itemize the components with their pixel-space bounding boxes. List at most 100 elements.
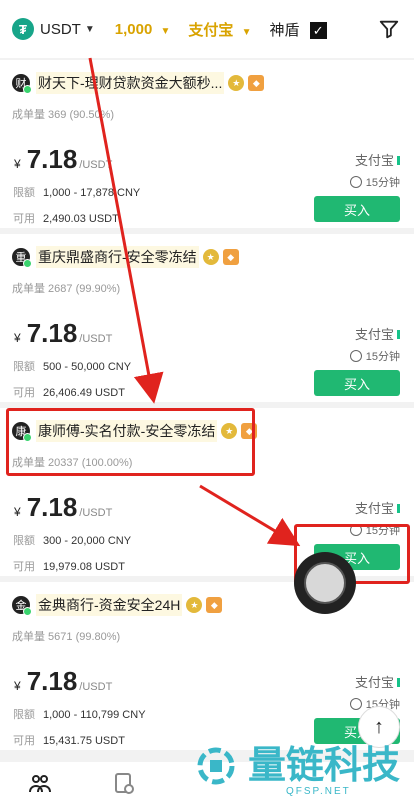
merchant-card: 重 重庆鼎盛商行-安全零冻结 ★ ◆ 成单量 2687 (99.90%) ¥ 7…	[0, 234, 414, 402]
shield-badge-icon: ◆	[206, 597, 223, 613]
online-dot-icon	[23, 607, 32, 616]
limit-label: 限额	[13, 361, 35, 373]
price-unit: /USDT	[79, 159, 113, 171]
price: 7.18	[26, 144, 78, 174]
shield-filter[interactable]: 神盾 ✓	[269, 19, 327, 40]
payment-method: 支付宝	[355, 324, 400, 343]
amount-selector[interactable]: 1,000 ▼	[115, 21, 171, 38]
merchant-avatar: 金	[12, 596, 32, 616]
available-label: 可用	[13, 735, 35, 747]
tether-icon: ₮	[12, 18, 34, 40]
available-row: 可用 26,406.49 USDT	[13, 384, 125, 400]
verified-badge-icon: ★	[202, 249, 219, 265]
payment-method: 支付宝	[355, 672, 400, 691]
currency-symbol: ¥	[14, 505, 21, 519]
payment-indicator-icon	[397, 330, 400, 339]
payment-method: 支付宝	[355, 150, 400, 169]
limit-value: 300 - 20,000 CNY	[43, 535, 132, 547]
clock-icon	[349, 698, 362, 710]
price-row: ¥ 7.18 /USDT	[14, 144, 112, 175]
arrow-up-icon: ↑	[374, 715, 384, 738]
currency-symbol: ¥	[14, 157, 21, 171]
caret-down-icon: ▼	[241, 26, 252, 38]
merchant-name: 财天下-理财贷款资金大额秒...	[36, 72, 225, 94]
orders-icon[interactable]	[112, 772, 136, 796]
verified-badge-icon: ★	[228, 75, 245, 91]
payment-indicator-icon	[397, 156, 400, 165]
online-dot-icon	[23, 259, 32, 268]
available-value: 15,431.75 USDT	[43, 735, 125, 747]
available-label: 可用	[13, 561, 35, 573]
available-row: 可用 19,979.08 USDT	[13, 558, 125, 574]
buy-button[interactable]: 买入	[314, 196, 400, 222]
merchant-name: 重庆鼎盛商行-安全零冻结	[36, 246, 199, 268]
payment-indicator-icon	[397, 678, 400, 687]
available-label: 可用	[13, 387, 35, 399]
available-value: 26,406.49 USDT	[43, 387, 125, 399]
price-unit: /USDT	[79, 681, 113, 693]
watermark-logo-icon	[197, 747, 235, 785]
coin-selector[interactable]: ₮ USDT ▼	[12, 18, 95, 40]
watermark: 量链科技 QFSP.NET	[190, 740, 401, 797]
limit-row: 限额 500 - 50,000 CNY	[13, 358, 131, 374]
filter-bar: ₮ USDT ▼ 1,000 ▼ 支付宝 ▼ 神盾 ✓	[0, 0, 414, 58]
available-label: 可用	[13, 213, 35, 225]
merchant-avatar: 重	[12, 248, 32, 268]
buy-button[interactable]: 买入	[314, 370, 400, 396]
floating-touch-button[interactable]	[294, 552, 356, 614]
limit-value: 500 - 50,000 CNY	[43, 361, 132, 373]
price: 7.18	[26, 492, 78, 522]
available-value: 2,490.03 USDT	[43, 213, 119, 225]
limit-value: 1,000 - 17,878 CNY	[43, 187, 141, 199]
available-row: 可用 15,431.75 USDT	[13, 732, 125, 748]
payment-method: 支付宝	[355, 498, 400, 517]
coin-label: USDT	[40, 20, 81, 38]
amount-label: 1,000	[114, 20, 153, 38]
payment-time: 15分钟	[349, 348, 400, 364]
order-stats: 成单量 5671 (99.80%)	[12, 631, 121, 643]
filter-icon[interactable]	[378, 18, 400, 40]
limit-row: 限额 1,000 - 110,799 CNY	[13, 706, 146, 722]
merchant-name: 金典商行-资金安全24H	[36, 594, 183, 616]
merchant-card: 金 金典商行-资金安全24H ★ ◆ 成单量 5671 (99.80%) ¥ 7…	[0, 582, 414, 750]
price-row: ¥ 7.18 /USDT	[14, 318, 112, 349]
limit-value: 1,000 - 110,799 CNY	[43, 709, 146, 721]
order-stats: 成单量 2687 (99.90%)	[12, 283, 121, 295]
merchant-header[interactable]: 重 重庆鼎盛商行-安全零冻结 ★ ◆	[12, 246, 239, 268]
limit-label: 限额	[13, 709, 35, 721]
price-row: ¥ 7.18 /USDT	[14, 492, 112, 523]
payment-time: 15分钟	[349, 174, 400, 190]
touch-inner-icon	[304, 562, 346, 604]
merchant-card: 财 财天下-理财贷款资金大额秒... ★ ◆ 成单量 369 (90.50%) …	[0, 60, 414, 228]
price-unit: /USDT	[79, 333, 113, 345]
order-stats: 成单量 369 (90.50%)	[12, 109, 115, 121]
limit-row: 限额 1,000 - 17,878 CNY	[13, 184, 140, 200]
price: 7.18	[26, 666, 78, 696]
currency-symbol: ¥	[14, 679, 21, 693]
checkbox-checked-icon[interactable]: ✓	[309, 22, 327, 39]
clock-icon	[349, 176, 362, 188]
watermark-subtext: QFSP.NET	[286, 786, 351, 797]
online-dot-icon	[23, 85, 32, 94]
shield-badge-icon: ◆	[222, 249, 239, 265]
merchant-header[interactable]: 金 金典商行-资金安全24H ★ ◆	[12, 594, 223, 616]
payment-selector[interactable]: 支付宝 ▼	[188, 19, 251, 40]
limit-row: 限额 300 - 20,000 CNY	[13, 532, 131, 548]
available-value: 19,979.08 USDT	[43, 561, 125, 573]
payment-indicator-icon	[397, 504, 400, 513]
price: 7.18	[26, 318, 78, 348]
watermark-text: 量链科技	[248, 745, 401, 787]
shield-badge-icon: ◆	[248, 75, 265, 91]
merchant-avatar: 财	[12, 74, 32, 94]
merchant-header[interactable]: 财 财天下-理财贷款资金大额秒... ★ ◆	[12, 72, 265, 94]
clock-icon	[349, 350, 362, 362]
caret-down-icon: ▼	[84, 23, 95, 35]
caret-down-icon: ▼	[160, 25, 171, 37]
limit-label: 限额	[13, 187, 35, 199]
price-row: ¥ 7.18 /USDT	[14, 666, 112, 697]
verified-badge-icon: ★	[186, 597, 203, 613]
payment-label: 支付宝	[188, 21, 234, 39]
price-unit: /USDT	[79, 507, 113, 519]
users-icon[interactable]	[28, 772, 52, 796]
highlight-merchant-box	[6, 408, 255, 476]
